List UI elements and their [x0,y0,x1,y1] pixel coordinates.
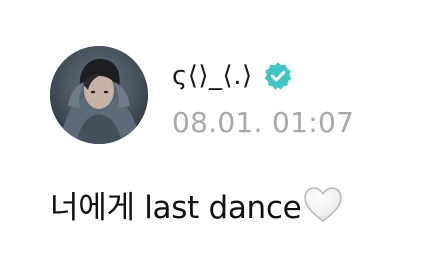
message-body: 너에게 last dance [50,182,344,227]
avatar-photo [50,46,148,144]
white-heart-icon [302,185,344,225]
author-row: ς⟨⟩_⟨.⟩ [172,56,293,96]
post-timestamp: 08.01. 01:07 [172,106,355,139]
author-name[interactable]: ς⟨⟩_⟨.⟩ [172,61,253,91]
avatar[interactable] [50,46,148,144]
message-text: 너에게 last dance [50,190,302,226]
post-card: ς⟨⟩_⟨.⟩ 08.01. 01:07 너에게 last dance [0,0,448,274]
verified-badge-icon [263,61,293,91]
